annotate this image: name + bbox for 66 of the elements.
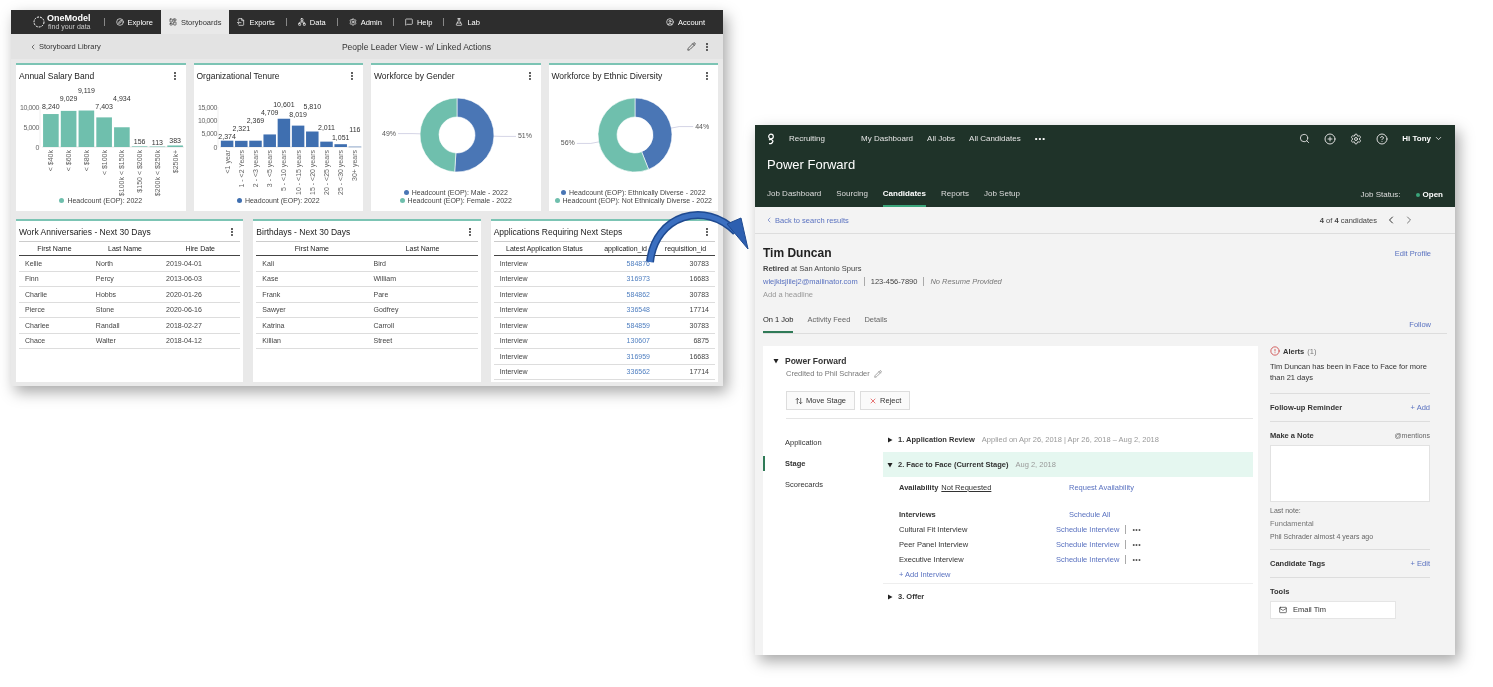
card-title: Work Anniversaries - Next 30 Days (19, 227, 151, 237)
user-icon (665, 18, 674, 26)
card-title: Applications Requiring Next Steps (493, 227, 623, 237)
leader-line (397, 133, 421, 135)
logo-icon (767, 132, 775, 145)
compass-icon (115, 18, 124, 26)
logo-text: OneModel (47, 14, 91, 23)
leader-line (670, 126, 693, 129)
nav-link[interactable]: All Jobs (927, 134, 956, 143)
settings-icon (348, 18, 357, 26)
card-title: Workforce by Ethnic Diversity (551, 71, 663, 81)
nav-link[interactable]: My Dashboard (861, 134, 914, 143)
caret-icon[interactable] (773, 358, 779, 364)
bar (78, 110, 95, 147)
legend-dot (554, 198, 560, 203)
card-title: Organizational Tenure (196, 71, 280, 81)
caret-icon[interactable] (887, 436, 893, 443)
chevron-down-icon (1434, 134, 1443, 143)
more-menu[interactable]: ••• (1034, 134, 1047, 143)
mail-icon (1279, 605, 1287, 614)
caret-icon[interactable] (887, 593, 893, 600)
chat-icon (404, 18, 413, 26)
card-title: Annual Salary Band (19, 71, 95, 81)
job-card-title: Power Forward (785, 356, 847, 366)
search-icon[interactable] (1299, 133, 1311, 144)
settings-icon[interactable] (1350, 132, 1363, 145)
card-title: Birthdays - Next 30 Days (256, 227, 351, 237)
up-down-arrow-icon (795, 396, 803, 405)
job-tab[interactable]: Job Dashboard (767, 182, 822, 207)
chevron-left-icon (29, 42, 37, 51)
network-icon (297, 18, 306, 26)
close-icon (869, 396, 878, 405)
bar (60, 110, 77, 147)
card-title: Workforce by Gender (374, 71, 455, 81)
export-icon (237, 18, 246, 26)
note-field[interactable] (1270, 444, 1430, 502)
legend-dot (560, 190, 566, 195)
user-menu[interactable]: Hi Tony (1402, 134, 1443, 143)
job-status-label: Job Status: (1360, 189, 1401, 201)
page-title: People Leader View - w/ Linked Actions (340, 41, 493, 52)
brand-name: Recruiting (789, 134, 825, 143)
caret-icon[interactable] (887, 461, 893, 468)
bar (96, 117, 112, 147)
alert-icon (1270, 346, 1280, 356)
bar (43, 114, 59, 147)
job-tab[interactable]: Sourcing (836, 182, 868, 207)
help-icon[interactable] (1376, 132, 1389, 145)
leader-line (576, 141, 599, 144)
edit-icon[interactable] (687, 42, 696, 51)
legend-dot (403, 190, 409, 195)
leader-line (493, 135, 517, 137)
job-tab[interactable]: Reports (940, 182, 969, 207)
chevron-left-icon (765, 216, 773, 224)
status-dot (1415, 192, 1420, 197)
add-icon[interactable] (1324, 132, 1337, 145)
job-title: Power Forward (767, 156, 857, 174)
nav-link[interactable]: All Candidates (969, 134, 1021, 143)
candidate-name: Tim Duncan (763, 246, 832, 260)
legend-dot (399, 198, 405, 203)
job-tab[interactable]: Job Setup (984, 182, 1020, 207)
flask-icon (455, 18, 464, 26)
dashboard-icon (168, 18, 177, 26)
bar (291, 125, 304, 147)
job-status: Open (1422, 190, 1443, 199)
logo-icon (33, 16, 45, 28)
job-tab[interactable]: Candidates (882, 182, 926, 207)
